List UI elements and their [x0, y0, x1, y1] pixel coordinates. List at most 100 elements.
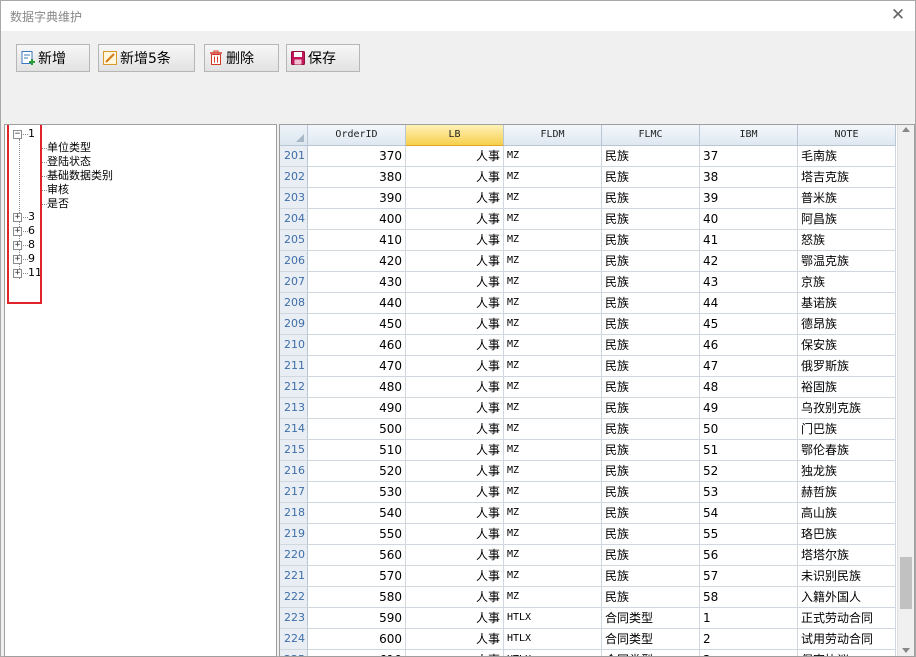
- tree-leaf-audit[interactable]: 审核: [47, 184, 69, 196]
- cell-note[interactable]: 乌孜别克族: [798, 398, 896, 419]
- row-number[interactable]: 225: [280, 650, 308, 656]
- row-number[interactable]: 208: [280, 293, 308, 314]
- cell-ibm[interactable]: 50: [700, 419, 798, 440]
- cell-ibm[interactable]: 57: [700, 566, 798, 587]
- cell-lb[interactable]: 人事: [406, 461, 504, 482]
- table-row[interactable]: 223 590 人事 HTLX 合同类型 1 正式劳动合同: [280, 608, 898, 629]
- cell-fldm[interactable]: MZ: [504, 251, 602, 272]
- table-row[interactable]: 204 400 人事 MZ 民族 40 阿昌族: [280, 209, 898, 230]
- vertical-scrollbar[interactable]: [897, 125, 914, 656]
- tree-node-9[interactable]: 9: [28, 253, 35, 265]
- cell-note[interactable]: 京族: [798, 272, 896, 293]
- cell-fldm[interactable]: MZ: [504, 587, 602, 608]
- tree-leaf-unit-type[interactable]: 单位类型: [47, 142, 91, 154]
- cell-lb[interactable]: 人事: [406, 314, 504, 335]
- cell-lb[interactable]: 人事: [406, 419, 504, 440]
- cell-orderid[interactable]: 500: [308, 419, 406, 440]
- row-number[interactable]: 201: [280, 146, 308, 167]
- cell-flmc[interactable]: 民族: [602, 272, 700, 293]
- cell-lb[interactable]: 人事: [406, 293, 504, 314]
- row-number[interactable]: 203: [280, 188, 308, 209]
- table-row[interactable]: 205 410 人事 MZ 民族 41 怒族: [280, 230, 898, 251]
- table-row[interactable]: 206 420 人事 MZ 民族 42 鄂温克族: [280, 251, 898, 272]
- table-row[interactable]: 224 600 人事 HTLX 合同类型 2 试用劳动合同: [280, 629, 898, 650]
- column-header-lb[interactable]: LB: [406, 125, 504, 146]
- cell-lb[interactable]: 人事: [406, 650, 504, 656]
- cell-note[interactable]: 裕固族: [798, 377, 896, 398]
- table-row[interactable]: 211 470 人事 MZ 民族 47 俄罗斯族: [280, 356, 898, 377]
- cell-fldm[interactable]: MZ: [504, 209, 602, 230]
- scroll-up-icon[interactable]: [902, 127, 910, 132]
- cell-fldm[interactable]: MZ: [504, 293, 602, 314]
- cell-flmc[interactable]: 民族: [602, 209, 700, 230]
- cell-ibm[interactable]: 47: [700, 356, 798, 377]
- table-row[interactable]: 222 580 人事 MZ 民族 58 入籍外国人: [280, 587, 898, 608]
- table-row[interactable]: 218 540 人事 MZ 民族 54 高山族: [280, 503, 898, 524]
- cell-flmc[interactable]: 民族: [602, 482, 700, 503]
- cell-note[interactable]: 试用劳动合同: [798, 629, 896, 650]
- table-row[interactable]: 215 510 人事 MZ 民族 51 鄂伦春族: [280, 440, 898, 461]
- cell-orderid[interactable]: 400: [308, 209, 406, 230]
- cell-fldm[interactable]: MZ: [504, 440, 602, 461]
- cell-ibm[interactable]: 44: [700, 293, 798, 314]
- cell-flmc[interactable]: 民族: [602, 398, 700, 419]
- cell-fldm[interactable]: MZ: [504, 419, 602, 440]
- cell-fldm[interactable]: MZ: [504, 398, 602, 419]
- cell-ibm[interactable]: 54: [700, 503, 798, 524]
- add-button[interactable]: 新增: [16, 44, 90, 72]
- column-header-flmc[interactable]: FLMC: [602, 125, 700, 146]
- table-row[interactable]: 216 520 人事 MZ 民族 52 独龙族: [280, 461, 898, 482]
- cell-orderid[interactable]: 410: [308, 230, 406, 251]
- cell-ibm[interactable]: 56: [700, 545, 798, 566]
- cell-fldm[interactable]: HTLX: [504, 650, 602, 656]
- cell-flmc[interactable]: 民族: [602, 524, 700, 545]
- row-number[interactable]: 221: [280, 566, 308, 587]
- row-number[interactable]: 202: [280, 167, 308, 188]
- table-row[interactable]: 210 460 人事 MZ 民族 46 保安族: [280, 335, 898, 356]
- cell-lb[interactable]: 人事: [406, 440, 504, 461]
- cell-orderid[interactable]: 510: [308, 440, 406, 461]
- cell-fldm[interactable]: MZ: [504, 356, 602, 377]
- cell-lb[interactable]: 人事: [406, 398, 504, 419]
- cell-ibm[interactable]: 55: [700, 524, 798, 545]
- cell-note[interactable]: 塔塔尔族: [798, 545, 896, 566]
- row-number[interactable]: 211: [280, 356, 308, 377]
- cell-orderid[interactable]: 580: [308, 587, 406, 608]
- cell-lb[interactable]: 人事: [406, 188, 504, 209]
- row-number[interactable]: 207: [280, 272, 308, 293]
- cell-fldm[interactable]: MZ: [504, 230, 602, 251]
- cell-orderid[interactable]: 420: [308, 251, 406, 272]
- row-number[interactable]: 224: [280, 629, 308, 650]
- cell-note[interactable]: 毛南族: [798, 146, 896, 167]
- tree-leaf-yes-no[interactable]: 是否: [47, 198, 69, 210]
- cell-ibm[interactable]: 46: [700, 335, 798, 356]
- cell-ibm[interactable]: 51: [700, 440, 798, 461]
- cell-note[interactable]: 高山族: [798, 503, 896, 524]
- cell-orderid[interactable]: 540: [308, 503, 406, 524]
- cell-orderid[interactable]: 520: [308, 461, 406, 482]
- cell-lb[interactable]: 人事: [406, 377, 504, 398]
- row-number[interactable]: 206: [280, 251, 308, 272]
- cell-fldm[interactable]: MZ: [504, 335, 602, 356]
- cell-note[interactable]: 鄂温克族: [798, 251, 896, 272]
- table-row[interactable]: 209 450 人事 MZ 民族 45 德昂族: [280, 314, 898, 335]
- cell-note[interactable]: 俄罗斯族: [798, 356, 896, 377]
- table-row[interactable]: 213 490 人事 MZ 民族 49 乌孜别克族: [280, 398, 898, 419]
- cell-flmc[interactable]: 民族: [602, 230, 700, 251]
- cell-orderid[interactable]: 600: [308, 629, 406, 650]
- table-row[interactable]: 217 530 人事 MZ 民族 53 赫哲族: [280, 482, 898, 503]
- cell-fldm[interactable]: HTLX: [504, 608, 602, 629]
- table-row[interactable]: 212 480 人事 MZ 民族 48 裕固族: [280, 377, 898, 398]
- table-row[interactable]: 207 430 人事 MZ 民族 43 京族: [280, 272, 898, 293]
- row-number[interactable]: 209: [280, 314, 308, 335]
- tree-expand-toggle[interactable]: +: [13, 213, 22, 222]
- tree-leaf-basic-data-category[interactable]: 基础数据类别: [47, 170, 113, 182]
- cell-ibm[interactable]: 42: [700, 251, 798, 272]
- tree-expand-toggle[interactable]: +: [13, 241, 22, 250]
- table-row[interactable]: 225610人事HTLX合同类型3保密协议: [280, 650, 898, 656]
- table-row[interactable]: 219 550 人事 MZ 民族 55 珞巴族: [280, 524, 898, 545]
- tree-node-6[interactable]: 6: [28, 225, 35, 237]
- delete-button[interactable]: 删除: [204, 44, 279, 72]
- cell-orderid[interactable]: 610: [308, 650, 406, 656]
- cell-ibm[interactable]: 1: [700, 608, 798, 629]
